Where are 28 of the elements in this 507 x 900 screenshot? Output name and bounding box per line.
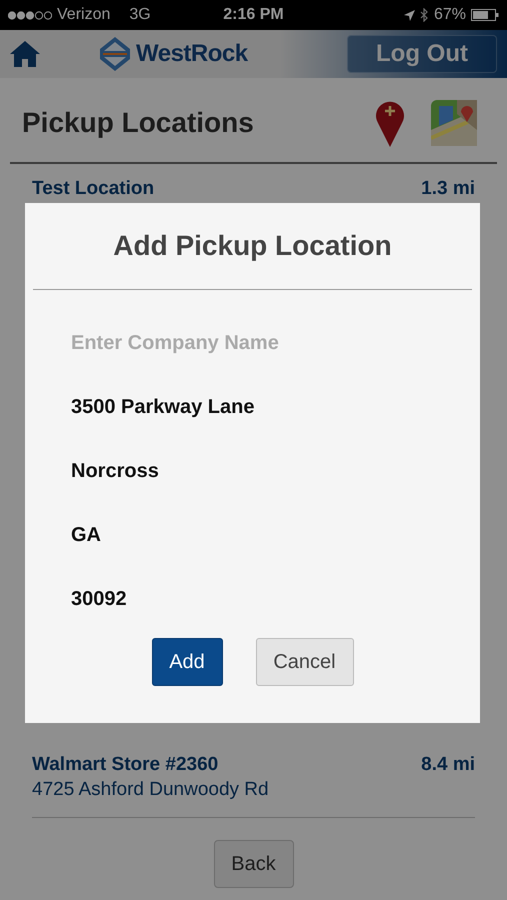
input-field[interactable]: Enter Company Name bbox=[71, 322, 434, 364]
location-address: 4725 Ashford Dunwoody Rd bbox=[32, 779, 270, 801]
add-button[interactable]: Add bbox=[152, 638, 222, 686]
logo-icon bbox=[100, 37, 130, 71]
location-distance: 1.3 mi bbox=[421, 178, 475, 200]
carrier-name: Verizon bbox=[57, 6, 110, 24]
page-title: Pickup Locations bbox=[22, 107, 255, 139]
back-button[interactable]: Back bbox=[214, 840, 294, 888]
location-distance: 8.4 mi bbox=[421, 754, 475, 776]
map-pin-plus-icon[interactable] bbox=[375, 99, 405, 147]
logo-text: WestRock bbox=[136, 40, 248, 68]
dialog-title: Add Pickup Location bbox=[33, 203, 472, 290]
home-icon[interactable] bbox=[10, 41, 40, 67]
battery-icon bbox=[471, 9, 499, 21]
input-field[interactable]: 3500 Parkway Lane bbox=[71, 386, 434, 428]
cancel-button[interactable]: Cancel bbox=[256, 638, 354, 686]
bluetooth-icon bbox=[420, 8, 429, 22]
input-field[interactable]: Norcross bbox=[71, 450, 434, 492]
location-name[interactable]: Walmart Store #2360 bbox=[32, 754, 218, 776]
status-time: 2:16 PM bbox=[223, 6, 284, 24]
input-field[interactable]: GA bbox=[71, 514, 434, 556]
map-icon[interactable] bbox=[431, 100, 477, 146]
location-arrow-icon bbox=[404, 10, 415, 20]
network-type: 3G bbox=[129, 6, 151, 24]
input-field[interactable]: 30092 bbox=[71, 578, 434, 620]
signal-icon bbox=[8, 10, 52, 20]
battery-percent: 67% bbox=[434, 6, 466, 24]
location-name[interactable]: Test Location bbox=[32, 178, 154, 200]
